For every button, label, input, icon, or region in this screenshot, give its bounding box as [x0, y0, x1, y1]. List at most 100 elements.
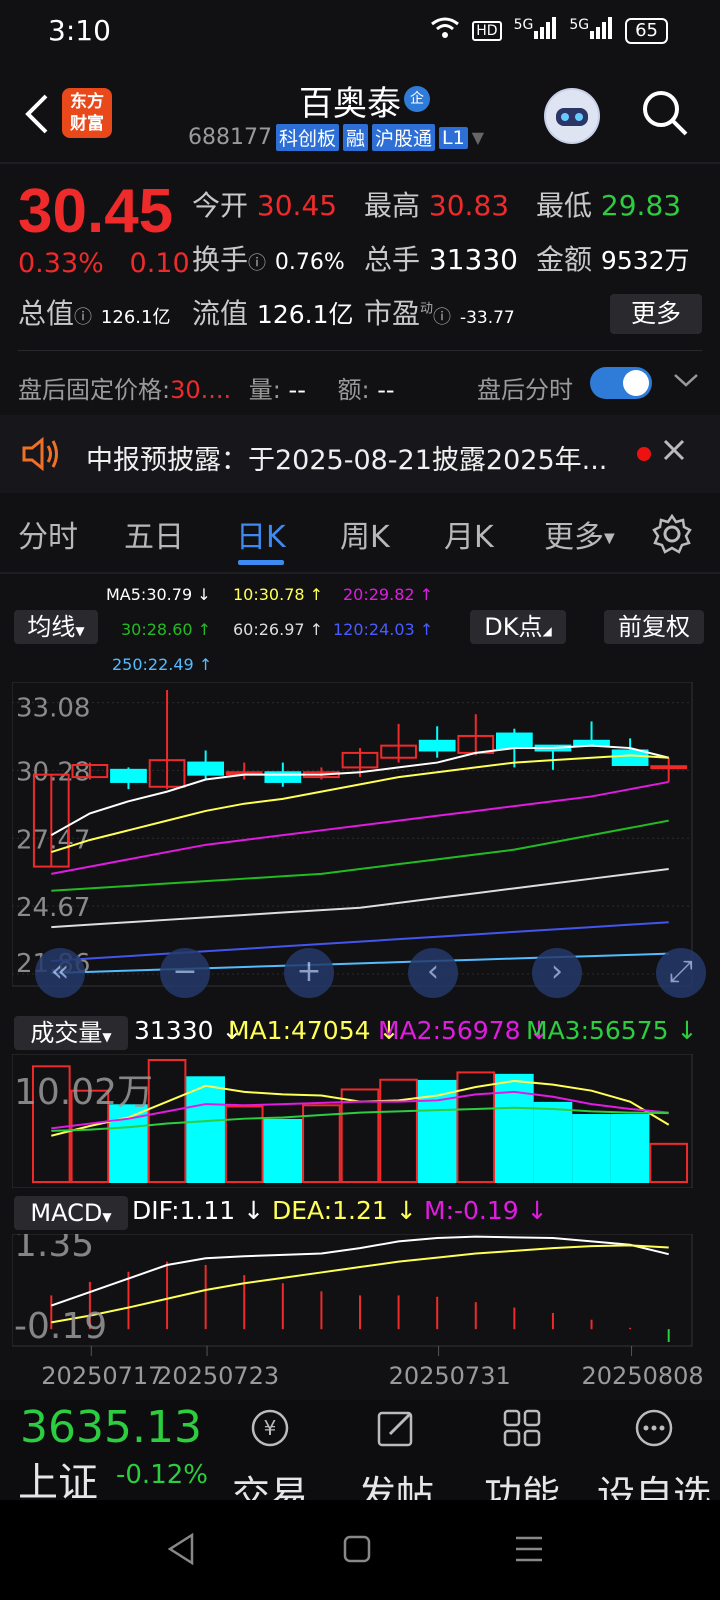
- fullscreen-icon[interactable]: ⤢: [656, 948, 706, 998]
- kline-chart[interactable]: 33.0830.2827.4724.6721.86: [12, 682, 708, 1006]
- ma20-legend: 20:29.82 ↑: [343, 585, 434, 604]
- amount-row: 金额 9532万: [536, 243, 690, 276]
- status-bar: 3:10 HD 5G 5G 65: [0, 0, 720, 62]
- price-change: 0.33% 0.10: [18, 248, 190, 279]
- scroll-left-icon[interactable]: ‹: [408, 948, 458, 998]
- turnover-row: 换手ⓘ 0.76%: [192, 243, 345, 276]
- date-label: 20250717: [41, 1362, 163, 1390]
- scroll-right-icon[interactable]: ›: [532, 948, 582, 998]
- info-icon[interactable]: ⓘ: [74, 307, 92, 328]
- tag-l1: L1: [439, 126, 468, 149]
- vol-value-legend: 31330 ↓: [134, 1016, 243, 1045]
- index-value[interactable]: 3635.13: [20, 1402, 202, 1453]
- high-value: 30.83: [428, 189, 510, 222]
- chart-frame: [12, 1234, 693, 1347]
- volume-bar: [533, 1101, 573, 1183]
- candle-body: [650, 765, 688, 770]
- macd-chart[interactable]: 1.35 -0.19 2025071720250723 20250731 2025080…: [12, 1234, 708, 1400]
- gear-icon[interactable]: [652, 513, 692, 558]
- current-price: 30.45: [18, 177, 174, 246]
- unread-dot: [637, 447, 651, 461]
- zoom-in-icon[interactable]: +: [284, 948, 334, 998]
- robot-mascot-icon[interactable]: [544, 88, 600, 144]
- y-tick-label: 24.67: [16, 893, 90, 923]
- search-icon[interactable]: [640, 88, 690, 138]
- after-hours-row: 盘后固定价格:30.... 量: -- 额: --: [18, 376, 395, 404]
- after-hours-toggle[interactable]: [590, 367, 652, 399]
- notice-text[interactable]: 中报预披露：于2025-08-21披露2025年...: [86, 438, 606, 477]
- index-change: -0.12%: [116, 1460, 208, 1490]
- ma250-legend: 250:22.49 ↑: [112, 655, 213, 674]
- status-time: 3:10: [48, 14, 111, 47]
- tab-rik[interactable]: 日K: [236, 512, 286, 556]
- signal-icon-2: 5G: [569, 17, 613, 44]
- speaker-icon: [20, 436, 60, 476]
- low-value: 29.83: [600, 189, 682, 222]
- chevron-down-icon[interactable]: [672, 370, 700, 394]
- nav-back-icon[interactable]: [166, 1532, 196, 1570]
- candle-body: [187, 761, 225, 776]
- change-amt: 0.10: [129, 248, 190, 279]
- volume-bar: [379, 1078, 418, 1184]
- tab-yuek[interactable]: 月K: [444, 512, 494, 556]
- fuquan-button[interactable]: 前复权: [604, 610, 704, 644]
- tag-kcb: 科创板: [275, 124, 339, 151]
- tab-zhouk[interactable]: 周K: [340, 512, 390, 556]
- tab-fenshi[interactable]: 分时: [18, 512, 78, 556]
- volume-axis-top: 10.02万: [14, 1072, 153, 1113]
- high-row: 最高 30.83: [364, 189, 510, 222]
- ma-line-ma120: [51, 921, 669, 962]
- ma10-legend: 10:30.78 ↑: [233, 585, 324, 604]
- turnover-value: 0.76%: [274, 250, 345, 275]
- zoom-left-icon[interactable]: «: [35, 948, 85, 998]
- zoom-out-icon[interactable]: −: [160, 948, 210, 998]
- tab-wuri[interactable]: 五日: [124, 512, 184, 556]
- ma-line-ma20: [51, 780, 669, 875]
- volume-chart[interactable]: 10.02万: [12, 1054, 708, 1188]
- tab-more[interactable]: 更多▼: [544, 512, 615, 556]
- verified-badge: 企: [404, 86, 430, 112]
- stock-code: 688177: [188, 125, 272, 150]
- tag-hgt: 沪股通: [372, 124, 436, 151]
- mktcap-value: 126.1亿: [100, 307, 171, 328]
- hd-icon: HD: [472, 20, 502, 41]
- change-pct: 0.33%: [18, 248, 104, 279]
- volume-bar: [572, 1114, 611, 1183]
- dk-button[interactable]: DK点◢: [470, 610, 566, 644]
- dropdown-icon[interactable]: ▼: [472, 128, 484, 147]
- info-icon[interactable]: ⓘ: [248, 253, 266, 274]
- macd-dif-legend: DIF:1.11 ↓: [132, 1196, 265, 1225]
- status-icons: HD 5G 5G 65: [430, 16, 668, 45]
- volume-bar: [186, 1076, 225, 1183]
- nav-home-icon[interactable]: [342, 1534, 372, 1568]
- date-label: 20250731: [389, 1362, 511, 1390]
- low-row: 最低 29.83: [536, 189, 682, 222]
- tag-rong: 融: [343, 124, 369, 151]
- more-dots-icon: [634, 1408, 674, 1448]
- ma120-legend: 120:24.03 ↑: [333, 620, 434, 639]
- more-button[interactable]: 更多: [610, 294, 702, 334]
- volume-bar: [610, 1114, 650, 1183]
- open-row: 今开 30.45: [192, 189, 338, 222]
- candle-body: [495, 732, 533, 750]
- active-tab-indicator: [238, 560, 284, 565]
- vol-ma3-legend: MA3:56575 ↓: [526, 1016, 698, 1045]
- volume-bar: [263, 1118, 303, 1183]
- candle-body: [418, 739, 456, 752]
- yuan-icon: ¥: [250, 1408, 290, 1448]
- amount-value: 9532万: [600, 246, 690, 275]
- ma30-legend: 30:28.60 ↑: [121, 620, 212, 639]
- header-divider: [0, 162, 720, 164]
- junxian-dropdown[interactable]: 均线▼: [14, 610, 98, 644]
- app-logo[interactable]: 东方 财富: [62, 88, 112, 138]
- volume-dropdown[interactable]: 成交量▼: [14, 1016, 128, 1050]
- float-row: 流值 126.1亿: [192, 297, 354, 330]
- nav-menu-icon[interactable]: [514, 1534, 544, 1568]
- macd-dropdown[interactable]: MACD▼: [14, 1196, 128, 1230]
- ma-line-ma60: [51, 868, 669, 929]
- battery-icon: 65: [625, 17, 668, 44]
- info-icon[interactable]: ⓘ: [433, 307, 451, 328]
- back-button[interactable]: [18, 92, 62, 136]
- y-tick-label: 33.08: [16, 694, 90, 724]
- close-icon[interactable]: [662, 438, 686, 466]
